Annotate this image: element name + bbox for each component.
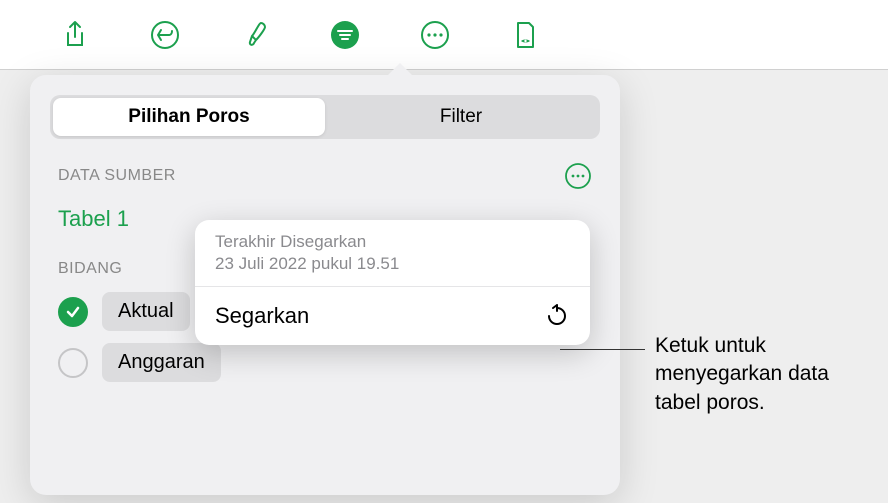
field-checkbox-anggaran[interactable] bbox=[58, 348, 88, 378]
refresh-action-label: Segarkan bbox=[215, 303, 309, 329]
callout-text: Ketuk untuk menyegarkan data tabel poros… bbox=[655, 332, 875, 417]
tab-filter-label: Filter bbox=[440, 106, 482, 128]
toolbar bbox=[0, 0, 888, 70]
data-source-label: DATA SUMBER bbox=[58, 167, 176, 185]
data-source-header: DATA SUMBER bbox=[30, 154, 620, 198]
undo-icon bbox=[149, 19, 181, 51]
refresh-icon bbox=[544, 303, 570, 329]
tab-pivot-options[interactable]: Pilihan Poros bbox=[53, 98, 325, 136]
tab-bar: Pilihan Poros Filter bbox=[50, 95, 600, 139]
callout-leader-line bbox=[560, 349, 645, 350]
more-button[interactable] bbox=[390, 12, 480, 58]
refresh-button[interactable]: Segarkan bbox=[195, 287, 590, 345]
pivot-options-button[interactable] bbox=[300, 12, 390, 58]
popover-arrow bbox=[388, 63, 412, 75]
last-refreshed-date: 23 Juli 2022 pukul 19.51 bbox=[215, 254, 570, 274]
document-preview-icon bbox=[509, 19, 541, 51]
brush-icon bbox=[239, 19, 271, 51]
undo-button[interactable] bbox=[120, 12, 210, 58]
last-refreshed-label: Terakhir Disegarkan bbox=[215, 232, 570, 252]
field-chip-anggaran[interactable]: Anggaran bbox=[102, 343, 221, 382]
share-icon bbox=[59, 19, 91, 51]
share-button[interactable] bbox=[30, 12, 120, 58]
tab-filter[interactable]: Filter bbox=[325, 98, 597, 136]
preview-button[interactable] bbox=[480, 12, 570, 58]
field-chip-aktual[interactable]: Aktual bbox=[102, 292, 190, 331]
refresh-menu: Terakhir Disegarkan 23 Juli 2022 pukul 1… bbox=[195, 220, 590, 345]
field-checkbox-aktual[interactable] bbox=[58, 297, 88, 327]
sort-lines-icon bbox=[329, 19, 361, 51]
data-source-more-icon[interactable] bbox=[564, 162, 592, 190]
check-icon bbox=[64, 303, 82, 321]
more-circle-icon bbox=[419, 19, 451, 51]
tab-pivot-label: Pilihan Poros bbox=[128, 106, 249, 128]
format-button[interactable] bbox=[210, 12, 300, 58]
refresh-info: Terakhir Disegarkan 23 Juli 2022 pukul 1… bbox=[195, 220, 590, 287]
